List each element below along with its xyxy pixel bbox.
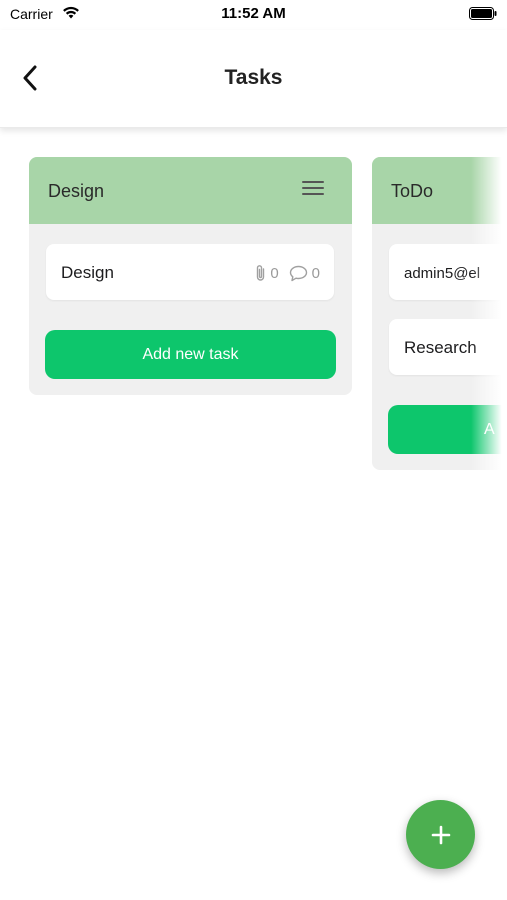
page-title: Tasks [224,66,283,89]
comment-bubble-icon [289,265,307,281]
column-title: ToDo [391,181,434,201]
task-meta: 0 0 [245,264,320,282]
clock: 11:52 AM [221,5,286,22]
column-design: Design Design 0 0 Add new task [29,157,352,395]
attachment-count: 0 [255,264,279,282]
column-todo: ToDo admin5@el Research A [372,157,507,470]
column-header: ToDo [372,157,507,224]
paperclip-icon [257,265,265,281]
task-title: admin5@el [404,265,481,282]
attachment-count-value: 0 [270,264,279,282]
add-task-label: A [484,420,495,438]
task-card[interactable]: Research [389,319,507,375]
comment-count: 0 [289,265,320,282]
add-column-fab[interactable] [406,800,475,869]
task-title: Design [61,263,114,282]
column-menu-button[interactable] [302,181,324,201]
add-new-task-button[interactable]: Add new task [45,330,336,379]
task-card[interactable]: Design 0 0 [46,244,334,300]
task-board[interactable]: Design Design 0 0 Add new task ToDo admi… [0,157,507,487]
navigation-bar: Tasks [0,30,507,128]
status-bar: Carrier 11:52 AM [0,0,507,30]
column-title: Design [48,181,105,201]
hamburger-menu-icon [302,181,324,183]
task-card[interactable]: admin5@el [389,244,507,300]
add-new-task-button[interactable]: A [388,405,507,454]
comment-count-value: 0 [311,264,320,282]
battery-icon [469,7,497,20]
task-title: Research [404,338,477,357]
column-header: Design [29,157,352,224]
plus-icon [431,825,450,844]
